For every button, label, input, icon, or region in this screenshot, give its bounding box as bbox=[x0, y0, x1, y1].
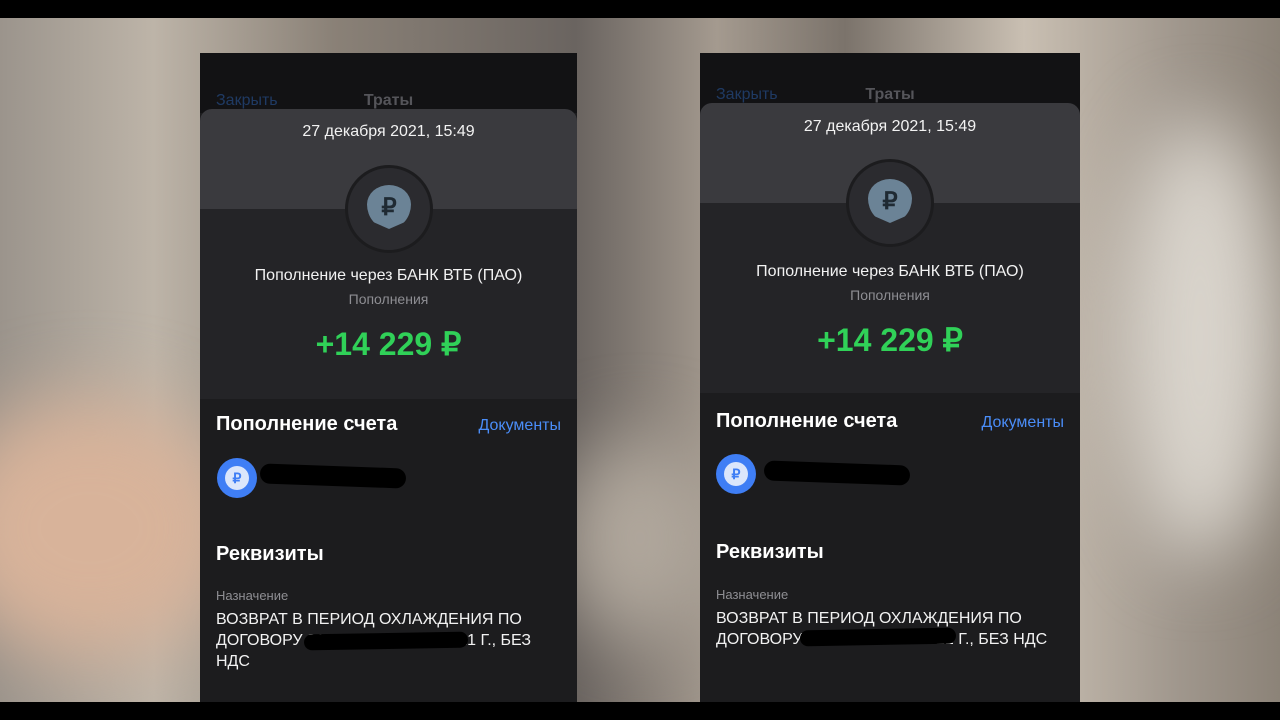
section-title: Пополнение счета bbox=[216, 413, 398, 435]
category-label: Пополнения bbox=[348, 291, 429, 307]
nav-title: Траты bbox=[865, 86, 915, 103]
merchant-name: Пополнение через БАНК ВТБ (ПАО) bbox=[756, 263, 1024, 280]
phone-screenshot-right: Закрыть Траты 27 декабря 2021, 15:49 ₽ П… bbox=[700, 53, 1080, 703]
documents-link[interactable]: Документы bbox=[982, 414, 1064, 432]
ruble-shield-icon: ₽ bbox=[367, 185, 411, 229]
nav-bar: Закрыть Траты bbox=[200, 53, 577, 113]
purpose-label: Назначение bbox=[216, 588, 289, 603]
letterbox-bottom bbox=[0, 702, 1280, 720]
purpose-label: Назначение bbox=[716, 587, 789, 602]
requisites-title: Реквизиты bbox=[716, 541, 824, 563]
amount: +14 229 ₽ bbox=[315, 326, 462, 362]
category-label: Пополнения bbox=[850, 287, 930, 303]
blurred-object bbox=[560, 438, 720, 638]
blurred-window bbox=[1120, 118, 1280, 558]
phone-screenshot-left: Закрыть Траты 27 декабря 2021, 15:49 ₽ П… bbox=[200, 53, 577, 703]
transaction-date: 27 декабря 2021, 15:49 bbox=[302, 123, 475, 140]
merchant-logo: ₽ bbox=[846, 159, 934, 247]
redaction-mark bbox=[799, 627, 957, 647]
merchant-logo: ₽ bbox=[345, 165, 433, 253]
amount: +14 229 ₽ bbox=[817, 322, 963, 358]
merchant-name: Пополнение через БАНК ВТБ (ПАО) bbox=[254, 267, 523, 284]
requisites-title: Реквизиты bbox=[216, 543, 324, 565]
documents-link[interactable]: Документы bbox=[479, 417, 561, 435]
ruble-coin-icon: ₽ bbox=[716, 454, 756, 494]
nav-title: Траты bbox=[363, 92, 414, 109]
ruble-coin-icon: ₽ bbox=[217, 458, 257, 498]
section-title: Пополнение счета bbox=[716, 410, 898, 432]
letterbox-top bbox=[0, 0, 1280, 18]
blurred-background bbox=[0, 18, 1280, 702]
transaction-date: 27 декабря 2021, 15:49 bbox=[803, 118, 977, 135]
redaction-mark bbox=[303, 631, 469, 651]
ruble-shield-icon: ₽ bbox=[868, 179, 912, 223]
